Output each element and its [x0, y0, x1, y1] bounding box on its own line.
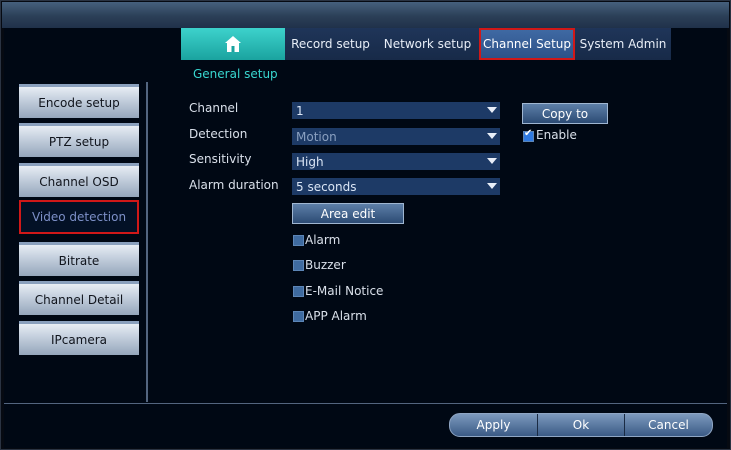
- email-notice-label: E-Mail Notice: [305, 284, 384, 298]
- apply-button[interactable]: Apply: [450, 414, 537, 436]
- sidebar-item-ptz-setup[interactable]: PTZ setup: [19, 123, 139, 157]
- app-alarm-checkbox[interactable]: [293, 311, 304, 322]
- channel-select[interactable]: 1: [292, 102, 500, 119]
- alarm-duration-label: Alarm duration: [189, 178, 279, 192]
- email-notice-checkbox[interactable]: [293, 286, 304, 297]
- sensitivity-select-value: High: [296, 154, 324, 169]
- subtab-general-setup[interactable]: General setup: [193, 67, 278, 81]
- chevron-down-icon: [487, 107, 497, 113]
- tab-system-admin[interactable]: System Admin: [575, 28, 671, 60]
- detection-label: Detection: [189, 127, 248, 141]
- sidebar-item-encode-setup[interactable]: Encode setup: [19, 84, 139, 118]
- sidebar-item-channel-detail[interactable]: Channel Detail: [19, 281, 139, 315]
- top-tab-bar: Record setup Network setup Channel Setup…: [181, 28, 671, 60]
- footer-divider: [4, 403, 727, 404]
- detection-select-value: Motion: [296, 129, 337, 144]
- chevron-down-icon: [487, 158, 497, 164]
- alarm-label: Alarm: [305, 233, 341, 247]
- tab-home[interactable]: [181, 28, 285, 60]
- home-icon: [225, 36, 241, 52]
- channel-select-value: 1: [296, 103, 304, 118]
- enable-checkbox[interactable]: ✔: [523, 128, 534, 142]
- enable-label: Enable: [536, 128, 577, 142]
- sidebar-item-label: IPcamera: [50, 332, 108, 347]
- sidebar-item-label: Encode setup: [38, 95, 120, 110]
- app-alarm-label: APP Alarm: [305, 309, 367, 323]
- sidebar-divider: [146, 82, 148, 402]
- chevron-down-icon: [487, 133, 497, 139]
- tab-network-setup[interactable]: Network setup: [376, 28, 479, 60]
- dvr-screen: Record setup Network setup Channel Setup…: [0, 0, 731, 450]
- ok-button[interactable]: Ok: [537, 414, 624, 436]
- sidebar-item-video-detection[interactable]: Video detection: [19, 200, 139, 234]
- sidebar-item-ipcamera[interactable]: IPcamera: [19, 321, 139, 355]
- sidebar-item-label: PTZ setup: [48, 134, 110, 149]
- alarm-duration-select[interactable]: 5 seconds: [292, 178, 500, 195]
- checkmark-icon: ✔: [524, 128, 533, 139]
- title-bar: [2, 2, 729, 28]
- sensitivity-select[interactable]: High: [292, 153, 500, 170]
- tab-channel-setup[interactable]: Channel Setup: [479, 28, 575, 60]
- footer-button-group: Apply Ok Cancel: [449, 413, 713, 437]
- alarm-checkbox[interactable]: [293, 235, 304, 246]
- alarm-duration-select-value: 5 seconds: [296, 179, 357, 194]
- sidebar-item-label: Video detection: [31, 210, 127, 224]
- sidebar-item-label: Channel OSD: [39, 174, 119, 189]
- area-edit-button[interactable]: Area edit: [292, 203, 404, 224]
- detection-select[interactable]: Motion: [292, 128, 500, 145]
- chevron-down-icon: [487, 183, 497, 189]
- copy-to-button[interactable]: Copy to: [522, 103, 608, 124]
- channel-label: Channel: [189, 101, 239, 115]
- buzzer-label: Buzzer: [305, 258, 346, 272]
- sidebar-item-bitrate[interactable]: Bitrate: [19, 242, 139, 276]
- tab-record-setup[interactable]: Record setup: [285, 28, 376, 60]
- cancel-button[interactable]: Cancel: [624, 414, 712, 436]
- buzzer-checkbox[interactable]: [293, 260, 304, 271]
- sidebar-item-label: Channel Detail: [34, 292, 124, 307]
- sensitivity-label: Sensitivity: [189, 152, 252, 166]
- sidebar-item-channel-osd[interactable]: Channel OSD: [19, 163, 139, 197]
- sidebar-item-label: Bitrate: [58, 253, 100, 268]
